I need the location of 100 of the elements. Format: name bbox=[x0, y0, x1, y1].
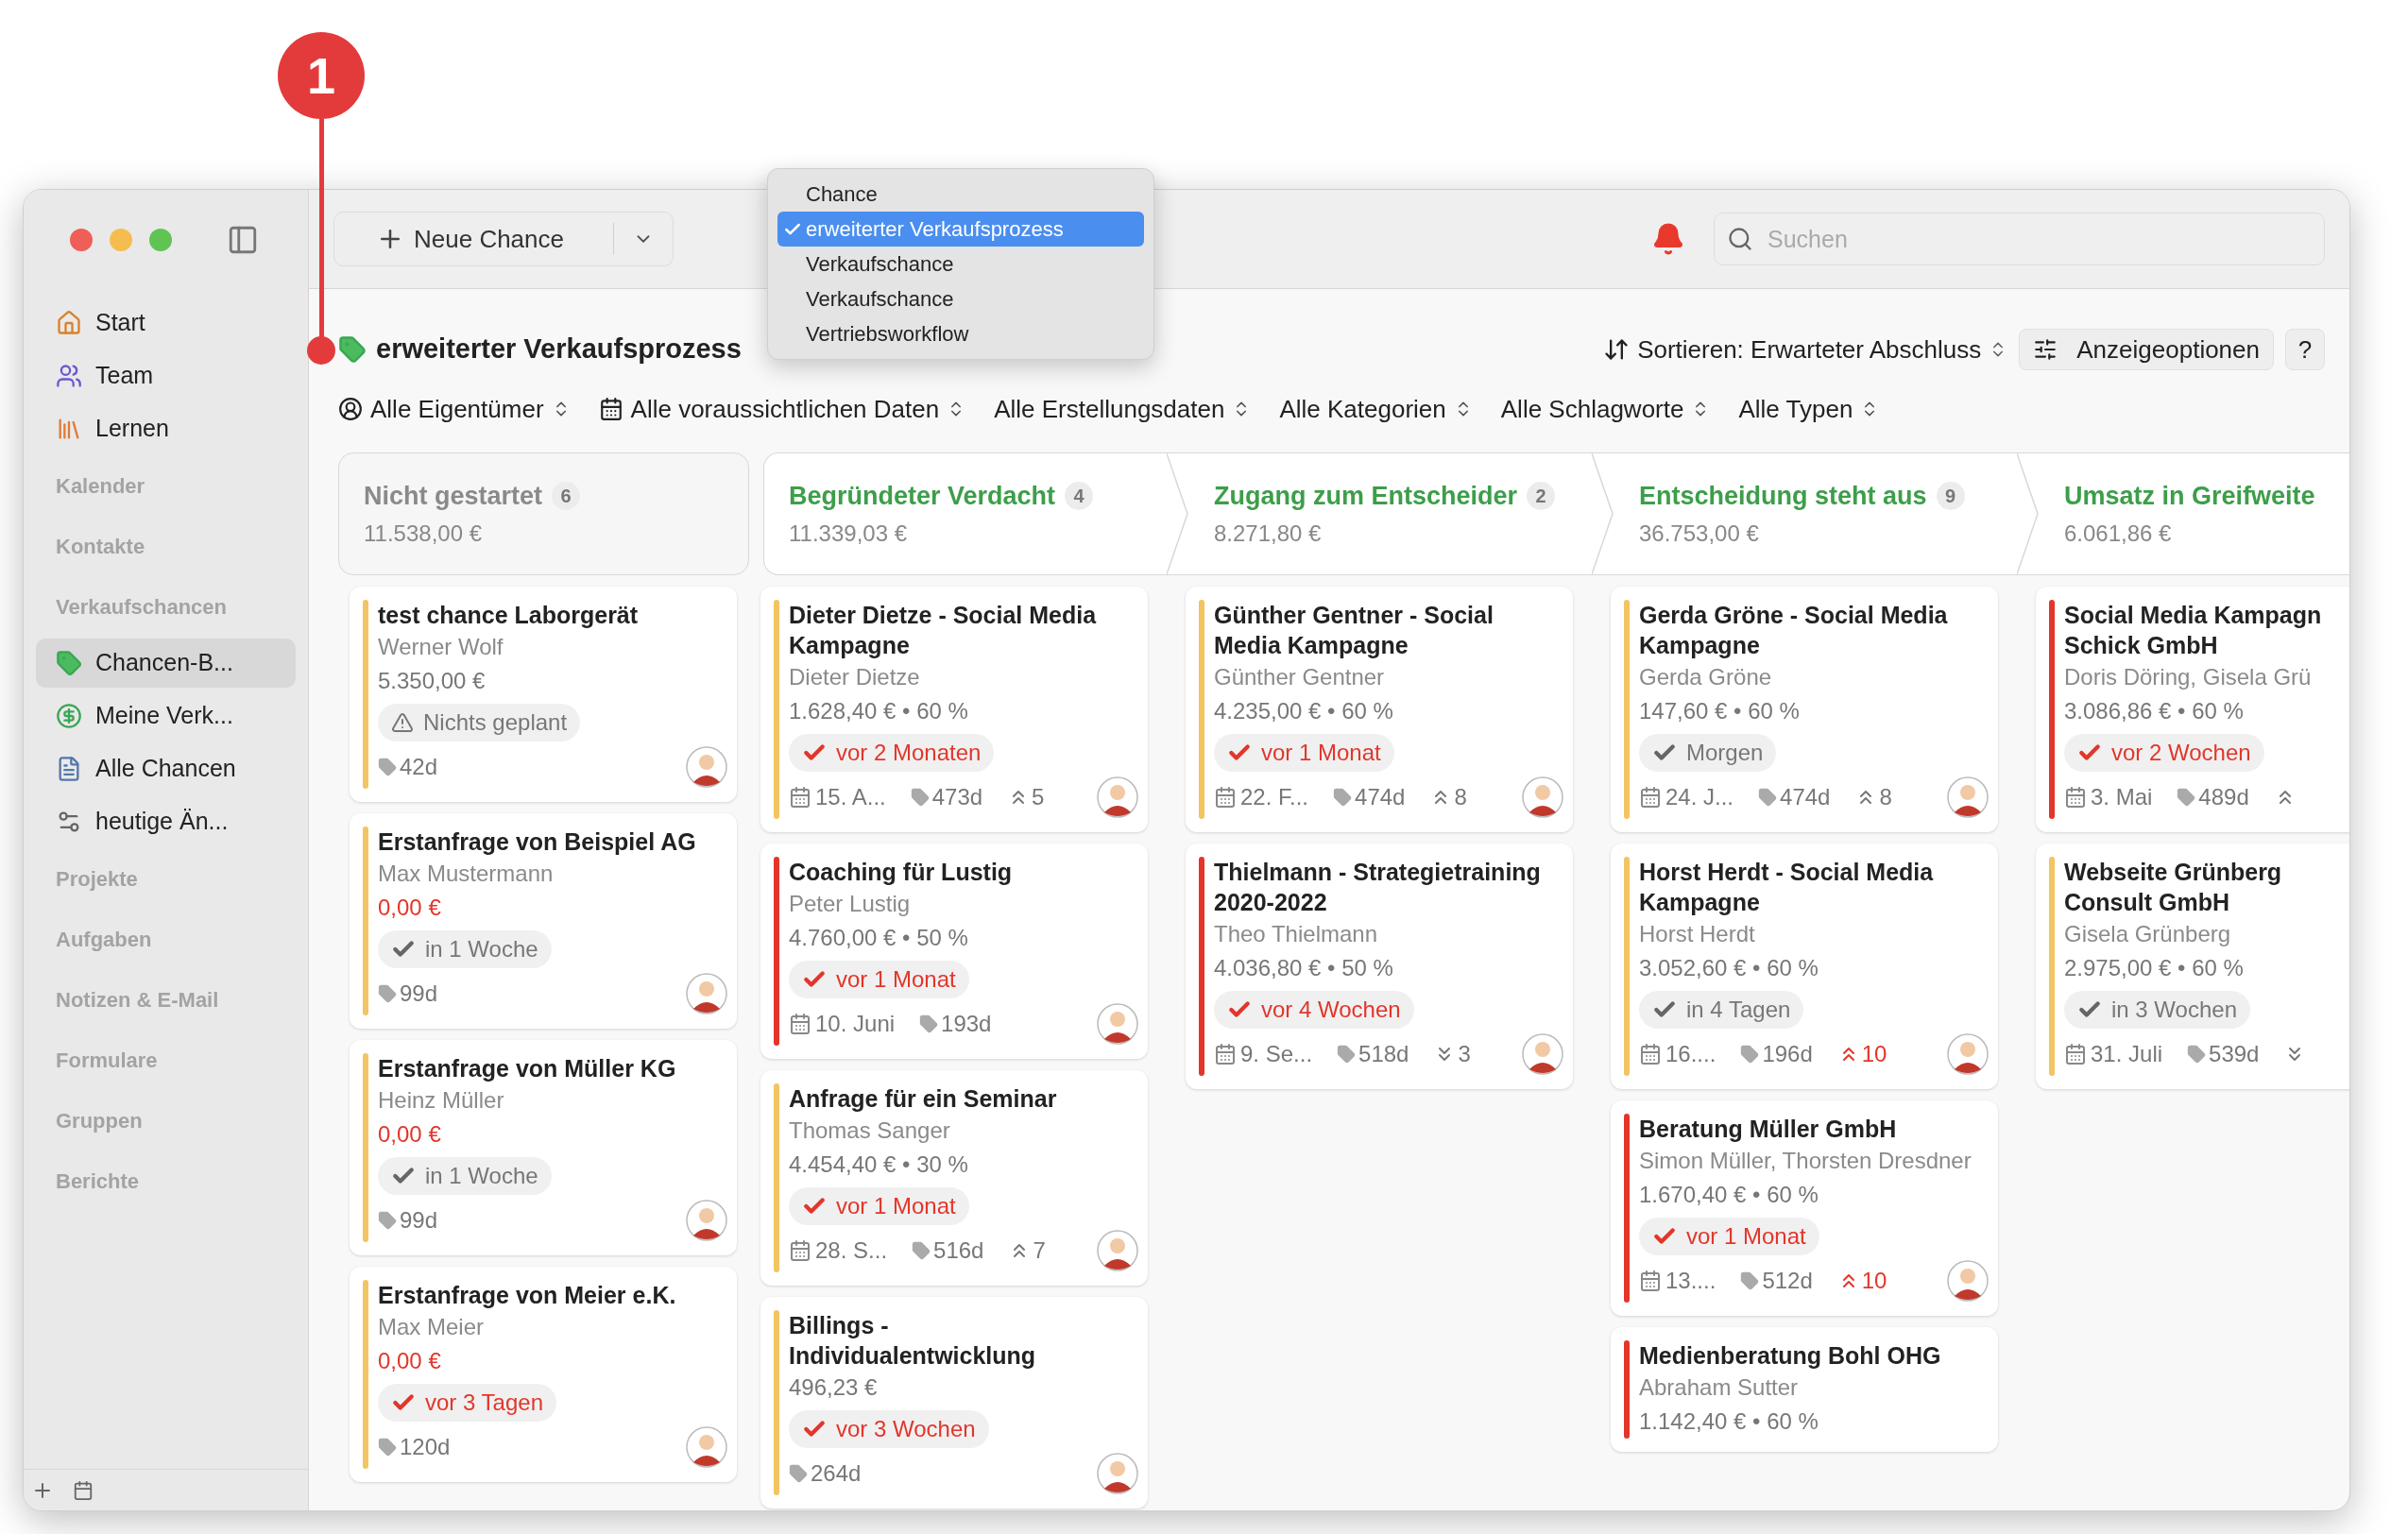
view-title[interactable]: erweiterter Verkaufsprozess bbox=[376, 329, 742, 370]
opportunity-card[interactable]: Erstanfrage von Müller KG Heinz Müller 0,00 € in 1 Woche 99d bbox=[350, 1040, 737, 1255]
menu-item[interactable]: Chance bbox=[777, 177, 1144, 212]
status-chip[interactable]: vor 1 Monat bbox=[789, 961, 969, 998]
filter-selector[interactable]: Alle Schlagworte bbox=[1500, 390, 1711, 428]
card-title: Social Media Kampagn Schick GmbH bbox=[2064, 601, 2323, 660]
contact-name: Doris Döring, Gisela Grü bbox=[2064, 663, 2313, 691]
opportunity-card[interactable]: Billings - Individualentwicklung 496,23 € vor 3 Wochen 264d bbox=[760, 1297, 1148, 1508]
age-label: 99d bbox=[378, 1203, 438, 1237]
status-chip[interactable]: in 1 Woche bbox=[378, 1157, 552, 1195]
sidebar-item[interactable]: Alle Chancen bbox=[36, 744, 296, 793]
status-chip[interactable]: Morgen bbox=[1639, 734, 1777, 772]
opportunity-card[interactable]: Medienberatung Bohl OHG Abraham Sutter 1.142,40 € • 60 % bbox=[1611, 1327, 1998, 1452]
menu-item[interactable]: Verkaufschance bbox=[777, 281, 1144, 316]
age-label: 474d bbox=[1333, 780, 1406, 814]
status-chip[interactable]: vor 2 Monaten bbox=[789, 734, 995, 772]
status-chip[interactable]: vor 1 Monat bbox=[1214, 734, 1394, 772]
search-field[interactable]: Suchen bbox=[1714, 213, 2325, 265]
help-button[interactable]: ? bbox=[2285, 329, 2325, 370]
age-label: 99d bbox=[378, 977, 438, 1011]
amount: 1.142,40 € • 60 % bbox=[1639, 1407, 1819, 1436]
opportunity-card[interactable]: Beratung Müller GmbH Simon Müller, Thorsten Dresdner 1.670,40 € • 60 % vor 1 Monat 13.... 512d 10 bbox=[1611, 1100, 1998, 1316]
priority-count: 5 bbox=[1032, 783, 1045, 811]
contact-name: Werner Wolf bbox=[378, 633, 504, 661]
opportunity-card[interactable]: Coaching für Lustig Peter Lustig 4.760,00 € • 50 % vor 1 Monat 10. Juni 193d bbox=[760, 844, 1148, 1059]
opportunity-card[interactable]: Thielmann - Strategietraining 2020-2022 Theo Thielmann 4.036,80 € • 50 % vor 4 Wochen 9. Se... 518d 3 bbox=[1186, 844, 1573, 1089]
sidebar-item[interactable]: Chancen-B... bbox=[36, 639, 296, 688]
age-label: 539d bbox=[2187, 1037, 2260, 1071]
amount: 4.036,80 € • 50 % bbox=[1214, 954, 1394, 982]
priority-count: 10 bbox=[1861, 1040, 1887, 1068]
status-chip[interactable]: vor 1 Monat bbox=[789, 1187, 969, 1225]
status-chip[interactable]: vor 3 Wochen bbox=[789, 1410, 989, 1448]
close-date: 16.... bbox=[1639, 1037, 1716, 1071]
card-title: Erstanfrage von Beispiel AG bbox=[378, 827, 697, 857]
amount: 0,00 € bbox=[378, 894, 442, 922]
menu-item[interactable]: Vertriebsworkflow bbox=[777, 316, 1144, 351]
card-title: Webseite Grünberg Consult GmbH bbox=[2064, 858, 2283, 917]
filter-selector[interactable]: Alle Eigentümer bbox=[338, 390, 571, 428]
card-title: Coaching für Lustig bbox=[789, 858, 1014, 887]
status-chip[interactable]: vor 3 Tagen bbox=[378, 1384, 556, 1422]
filter-selector[interactable]: Alle Kategorien bbox=[1279, 390, 1473, 428]
opportunity-card[interactable]: Erstanfrage von Meier e.K. Max Meier 0,00 € vor 3 Tagen 120d bbox=[350, 1267, 737, 1482]
card-title: Thielmann - Strategietraining 2020-2022 bbox=[1214, 858, 1542, 917]
amount: 2.975,00 € • 60 % bbox=[2064, 954, 2245, 982]
opportunity-card[interactable]: Horst Herdt - Social Media Kampagne Horst Herdt 3.052,60 € • 60 % in 4 Tagen 16.... 196d 10 bbox=[1611, 844, 1998, 1089]
opportunity-card[interactable]: Gerda Gröne - Social Media Kampagne Gerda Gröne 147,60 € • 60 % Morgen 24. J... 474d 8 bbox=[1611, 587, 1998, 832]
stage-title: Umsatz in Greifweite bbox=[2064, 480, 2315, 512]
sidebar-item[interactable]: Meine Verk... bbox=[36, 691, 296, 741]
sort-selector[interactable]: Sortieren: Erwarteter Abschluss bbox=[1603, 331, 2008, 368]
contact-name: Dieter Dietze bbox=[789, 663, 921, 691]
sidebar-item[interactable]: Team bbox=[36, 351, 296, 401]
card-title: Günther Gentner - Social Media Kampagne bbox=[1214, 601, 1494, 660]
opportunity-card[interactable]: Social Media Kampagn Schick GmbH Doris Döring, Gisela Grü 3.086,86 € • 60 % vor 2 Wochen 3. Mai 489d bbox=[2036, 587, 2349, 832]
age-label: 512d bbox=[1740, 1264, 1813, 1298]
card-title: Erstanfrage von Müller KG bbox=[378, 1054, 677, 1083]
close-date: 24. J... bbox=[1639, 780, 1734, 814]
opportunity-card[interactable]: Erstanfrage von Beispiel AG Max Mustermann 0,00 € in 1 Woche 99d bbox=[350, 813, 737, 1029]
filter-selector[interactable]: Alle Typen bbox=[1738, 390, 1880, 428]
close-date: 10. Juni bbox=[789, 1007, 896, 1041]
menu-item[interactable]: Verkaufschance bbox=[777, 247, 1144, 281]
close-date: 22. F... bbox=[1214, 780, 1309, 814]
status-chip[interactable]: vor 1 Monat bbox=[1639, 1218, 1819, 1255]
contact-name: Thomas Sanger bbox=[789, 1116, 951, 1145]
opportunity-card[interactable]: Günther Gentner - Social Media Kampagne Günther Gentner 4.235,00 € • 60 % vor 1 Monat 22. F... 474d 8 bbox=[1186, 587, 1573, 832]
contact-name: Heinz Müller bbox=[378, 1086, 505, 1115]
filter-selector[interactable]: Alle voraussichtlichen Daten bbox=[598, 390, 966, 428]
amount: 3.086,86 € • 60 % bbox=[2064, 697, 2245, 725]
card-title: Medienberatung Bohl OHG bbox=[1639, 1341, 1942, 1371]
status-chip[interactable]: in 3 Wochen bbox=[2064, 991, 2250, 1029]
stage-total: 36.753,00 € bbox=[1639, 520, 1760, 549]
stage-header[interactable]: Nicht gestartet 6 11.538,00 € bbox=[338, 452, 749, 575]
status-chip[interactable]: vor 4 Wochen bbox=[1214, 991, 1414, 1029]
stage-total: 11.538,00 € bbox=[364, 520, 483, 549]
opportunity-card[interactable]: Webseite Grünberg Consult GmbH Gisela Grünberg 2.975,00 € • 60 % in 3 Wochen 31. Juli 539d bbox=[2036, 844, 2349, 1089]
opportunity-card[interactable]: Anfrage für ein Seminar Thomas Sanger 4.454,40 € • 30 % vor 1 Monat 28. S... 516d 7 bbox=[760, 1070, 1148, 1286]
status-chip[interactable]: in 4 Tagen bbox=[1639, 991, 1804, 1029]
close-date: 28. S... bbox=[789, 1234, 888, 1268]
stage-total: 6.061,86 € bbox=[2064, 520, 2173, 549]
status-chip[interactable]: in 1 Woche bbox=[378, 930, 552, 968]
contact-name: Max Meier bbox=[378, 1313, 486, 1341]
amount: 4.235,00 € • 60 % bbox=[1214, 697, 1394, 725]
status-chip[interactable]: vor 2 Wochen bbox=[2064, 734, 2264, 772]
new-opportunity-button[interactable]: Neue Chance bbox=[333, 212, 674, 266]
display-options-button[interactable]: Anzeigeoptionen bbox=[2019, 329, 2274, 370]
priority-count: 10 bbox=[1861, 1267, 1887, 1295]
filter-selector[interactable]: Alle Erstellungsdaten bbox=[994, 390, 1252, 428]
sidebar-item[interactable]: heutige Än... bbox=[36, 797, 296, 846]
card-title: Gerda Gröne - Social Media Kampagne bbox=[1639, 601, 1949, 660]
contact-name: Theo Thielmann bbox=[1214, 920, 1378, 948]
amount: 496,23 € bbox=[789, 1373, 879, 1402]
priority-count: 8 bbox=[1454, 783, 1467, 811]
status-chip[interactable]: Nichts geplant bbox=[378, 704, 581, 741]
age-label: 42d bbox=[378, 750, 438, 784]
age-label: 474d bbox=[1758, 780, 1831, 814]
opportunity-card[interactable]: test chance Laborgerät Werner Wolf 5.350,00 € Nichts geplant 42d bbox=[350, 587, 737, 802]
amount: 1.628,40 € • 60 % bbox=[789, 697, 969, 725]
sidebar-item[interactable]: Lernen bbox=[36, 404, 296, 453]
sidebar-item[interactable]: Start bbox=[36, 298, 296, 348]
amount: 0,00 € bbox=[378, 1347, 442, 1375]
opportunity-card[interactable]: Dieter Dietze - Social Media Kampagne Dieter Dietze 1.628,40 € • 60 % vor 2 Monaten 15. A... 473d 5 bbox=[760, 587, 1148, 832]
